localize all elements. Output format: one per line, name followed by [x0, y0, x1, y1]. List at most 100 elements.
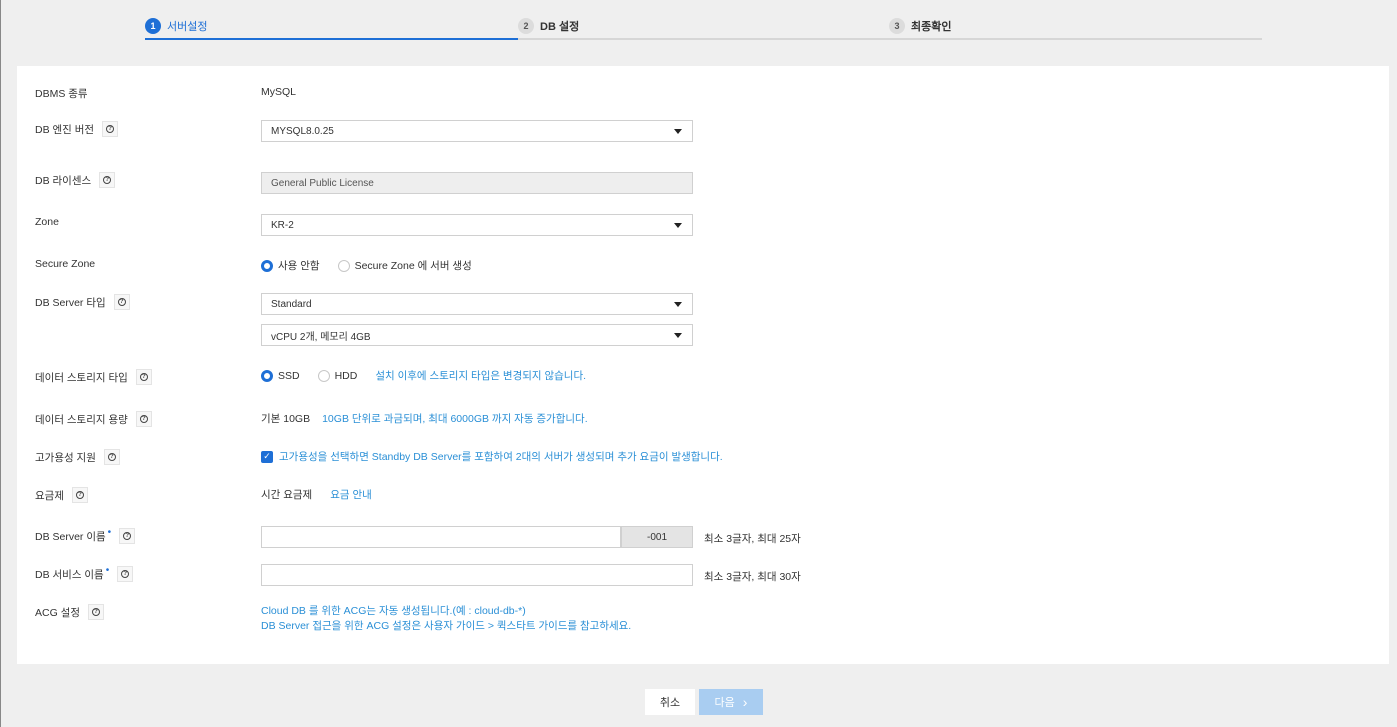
- secure-zone-off-option[interactable]: 사용 안함: [261, 258, 320, 273]
- storage-size-note: 10GB 단위로 과금되며, 최대 6000GB 까지 자동 증가합니다.: [322, 413, 588, 425]
- step-final-check: 3 최종확인: [889, 12, 951, 40]
- service-name-label-text: DB 서비스 이름: [35, 568, 104, 581]
- dbms-type-label-text: DBMS 종류: [35, 88, 88, 100]
- radio-selected-icon[interactable]: [261, 369, 273, 382]
- high-availability-row: ✓ 고가용성을 선택하면 Standby DB Server를 포함하여 2대의…: [261, 449, 723, 464]
- server-name-label: DB Server 이름 • ?: [35, 526, 136, 544]
- help-icon[interactable]: ?: [71, 487, 88, 503]
- cancel-label: 취소: [659, 697, 681, 709]
- next-label: 다음: [714, 697, 735, 709]
- license-label-text: DB 라이센스: [35, 174, 92, 187]
- high-availability-note: 고가용성을 선택하면 Standby DB Server를 포함하여 2대의 서…: [279, 451, 723, 463]
- engine-version-select[interactable]: MYSQL8.0.25: [261, 120, 693, 142]
- step-server-settings: 1 서버설정: [145, 12, 207, 40]
- help-icon[interactable]: ?: [102, 121, 119, 137]
- secure-zone-label-text: Secure Zone: [35, 258, 96, 270]
- chevron-down-icon: [674, 333, 682, 338]
- high-availability-label-text: 고가용성 지원: [35, 451, 96, 464]
- server-name-label-text: DB Server 이름: [35, 530, 106, 543]
- storage-type-radio-group: SSD HDD 설치 이후에 스토리지 타입은 변경되지 않습니다.: [261, 368, 586, 383]
- acg-label: ACG 설정 ?: [35, 604, 104, 620]
- step-label: 최종확인: [911, 21, 952, 33]
- acg-label-text: ACG 설정: [35, 606, 80, 619]
- help-icon[interactable]: ?: [135, 411, 152, 427]
- license-field: General Public License: [261, 172, 693, 194]
- cancel-button[interactable]: 취소: [645, 689, 695, 715]
- billing-guide-link[interactable]: 요금 안내: [330, 487, 372, 502]
- chevron-right-icon: ›: [742, 694, 748, 710]
- required-mark: •: [105, 564, 110, 576]
- radio-selected-icon[interactable]: [261, 259, 273, 272]
- storage-hdd-label: HDD: [334, 369, 358, 382]
- help-icon[interactable]: ?: [119, 528, 136, 544]
- server-spec-select[interactable]: vCPU 2개, 메모리 4GB: [261, 324, 693, 346]
- zone-label: Zone: [35, 216, 59, 228]
- storage-hdd-option[interactable]: HDD: [317, 369, 358, 382]
- engine-version-label-text: DB 엔진 버전: [35, 123, 95, 136]
- chevron-down-icon: [674, 129, 682, 134]
- dbms-type-value: MySQL: [261, 86, 297, 98]
- high-availability-label: 고가용성 지원 ?: [35, 449, 120, 465]
- server-type-selected: Standard: [271, 298, 312, 310]
- step-db-settings: 2 DB 설정: [518, 12, 579, 40]
- storage-size-row: 기본 10GB 10GB 단위로 과금되며, 최대 6000GB 까지 자동 증…: [261, 411, 588, 426]
- server-name-suffix: -001: [621, 526, 693, 548]
- help-icon[interactable]: ?: [135, 369, 152, 385]
- step-number: 1: [145, 18, 161, 34]
- high-availability-checkbox[interactable]: ✓: [261, 450, 273, 463]
- step-number: 3: [889, 18, 905, 34]
- server-name-hint: 최소 3글자, 최대 25자: [704, 533, 801, 545]
- storage-ssd-label: SSD: [278, 369, 300, 382]
- radio-unselected-icon[interactable]: [337, 259, 350, 272]
- service-name-hint: 최소 3글자, 최대 30자: [704, 571, 801, 583]
- server-spec-selected: vCPU 2개, 메모리 4GB: [271, 331, 371, 343]
- help-icon[interactable]: ?: [99, 172, 116, 188]
- zone-label-text: Zone: [35, 216, 59, 228]
- storage-size-label-text: 데이터 스토리지 용량: [35, 413, 128, 426]
- acg-notes: Cloud DB 를 위한 ACG는 자동 생성됩니다.(예 : cloud-d…: [261, 604, 631, 634]
- engine-version-label: DB 엔진 버전 ?: [35, 121, 119, 137]
- step-number: 2: [518, 18, 534, 34]
- secure-zone-on-option[interactable]: Secure Zone 에 서버 생성: [337, 258, 472, 273]
- server-settings-form: DBMS 종류 MySQL DB 엔진 버전 ? MYSQL8.0.25 DB …: [17, 66, 1389, 664]
- help-icon[interactable]: ?: [103, 449, 120, 465]
- chevron-down-icon: [674, 302, 682, 307]
- zone-select[interactable]: KR-2: [261, 214, 693, 236]
- billing-label-text: 요금제: [35, 489, 64, 502]
- help-icon[interactable]: ?: [113, 294, 130, 310]
- storage-size-label: 데이터 스토리지 용량 ?: [35, 411, 152, 427]
- step-progress-track: [518, 38, 1262, 40]
- secure-zone-on-label: Secure Zone 에 서버 생성: [354, 260, 472, 272]
- license-value: General Public License: [271, 177, 374, 189]
- billing-row: 시간 요금제 요금 안내: [261, 487, 372, 502]
- server-name-input[interactable]: [261, 526, 621, 548]
- next-button[interactable]: 다음 ›: [699, 689, 763, 715]
- help-icon[interactable]: ?: [88, 604, 104, 620]
- zone-selected: KR-2: [271, 219, 294, 231]
- chevron-down-icon: [674, 223, 682, 228]
- secure-zone-label: Secure Zone: [35, 258, 95, 270]
- license-label: DB 라이센스 ?: [35, 172, 116, 188]
- step-progress-active: [145, 38, 518, 40]
- secure-zone-radio-group: 사용 안함 Secure Zone 에 서버 생성: [261, 258, 484, 273]
- server-type-select[interactable]: Standard: [261, 293, 693, 315]
- storage-type-label: 데이터 스토리지 타입 ?: [35, 369, 152, 385]
- required-mark: •: [107, 526, 112, 538]
- storage-ssd-option[interactable]: SSD: [261, 369, 300, 382]
- acg-note-line1: Cloud DB 를 위한 ACG는 자동 생성됩니다.(예 : cloud-d…: [261, 605, 526, 617]
- acg-note-line2: DB Server 접근을 위한 ACG 설정은 사용자 가이드 > 퀵스타트 …: [261, 620, 632, 632]
- step-label: DB 설정: [540, 21, 580, 33]
- server-type-label: DB Server 타입 ?: [35, 294, 130, 310]
- secure-zone-off-label: 사용 안함: [278, 260, 320, 272]
- billing-value: 시간 요금제: [261, 489, 313, 501]
- engine-version-selected: MYSQL8.0.25: [271, 125, 334, 137]
- storage-size-value: 기본 10GB: [261, 413, 311, 425]
- dbms-type-label: DBMS 종류: [35, 86, 88, 101]
- radio-unselected-icon[interactable]: [317, 369, 330, 382]
- help-icon[interactable]: ?: [117, 566, 134, 582]
- storage-type-note: 설치 이후에 스토리지 타입은 변경되지 않습니다.: [375, 370, 587, 382]
- service-name-input[interactable]: [261, 564, 693, 586]
- server-type-label-text: DB Server 타입: [35, 296, 106, 309]
- step-label: 서버설정: [167, 21, 208, 33]
- service-name-label: DB 서비스 이름 • ?: [35, 564, 134, 582]
